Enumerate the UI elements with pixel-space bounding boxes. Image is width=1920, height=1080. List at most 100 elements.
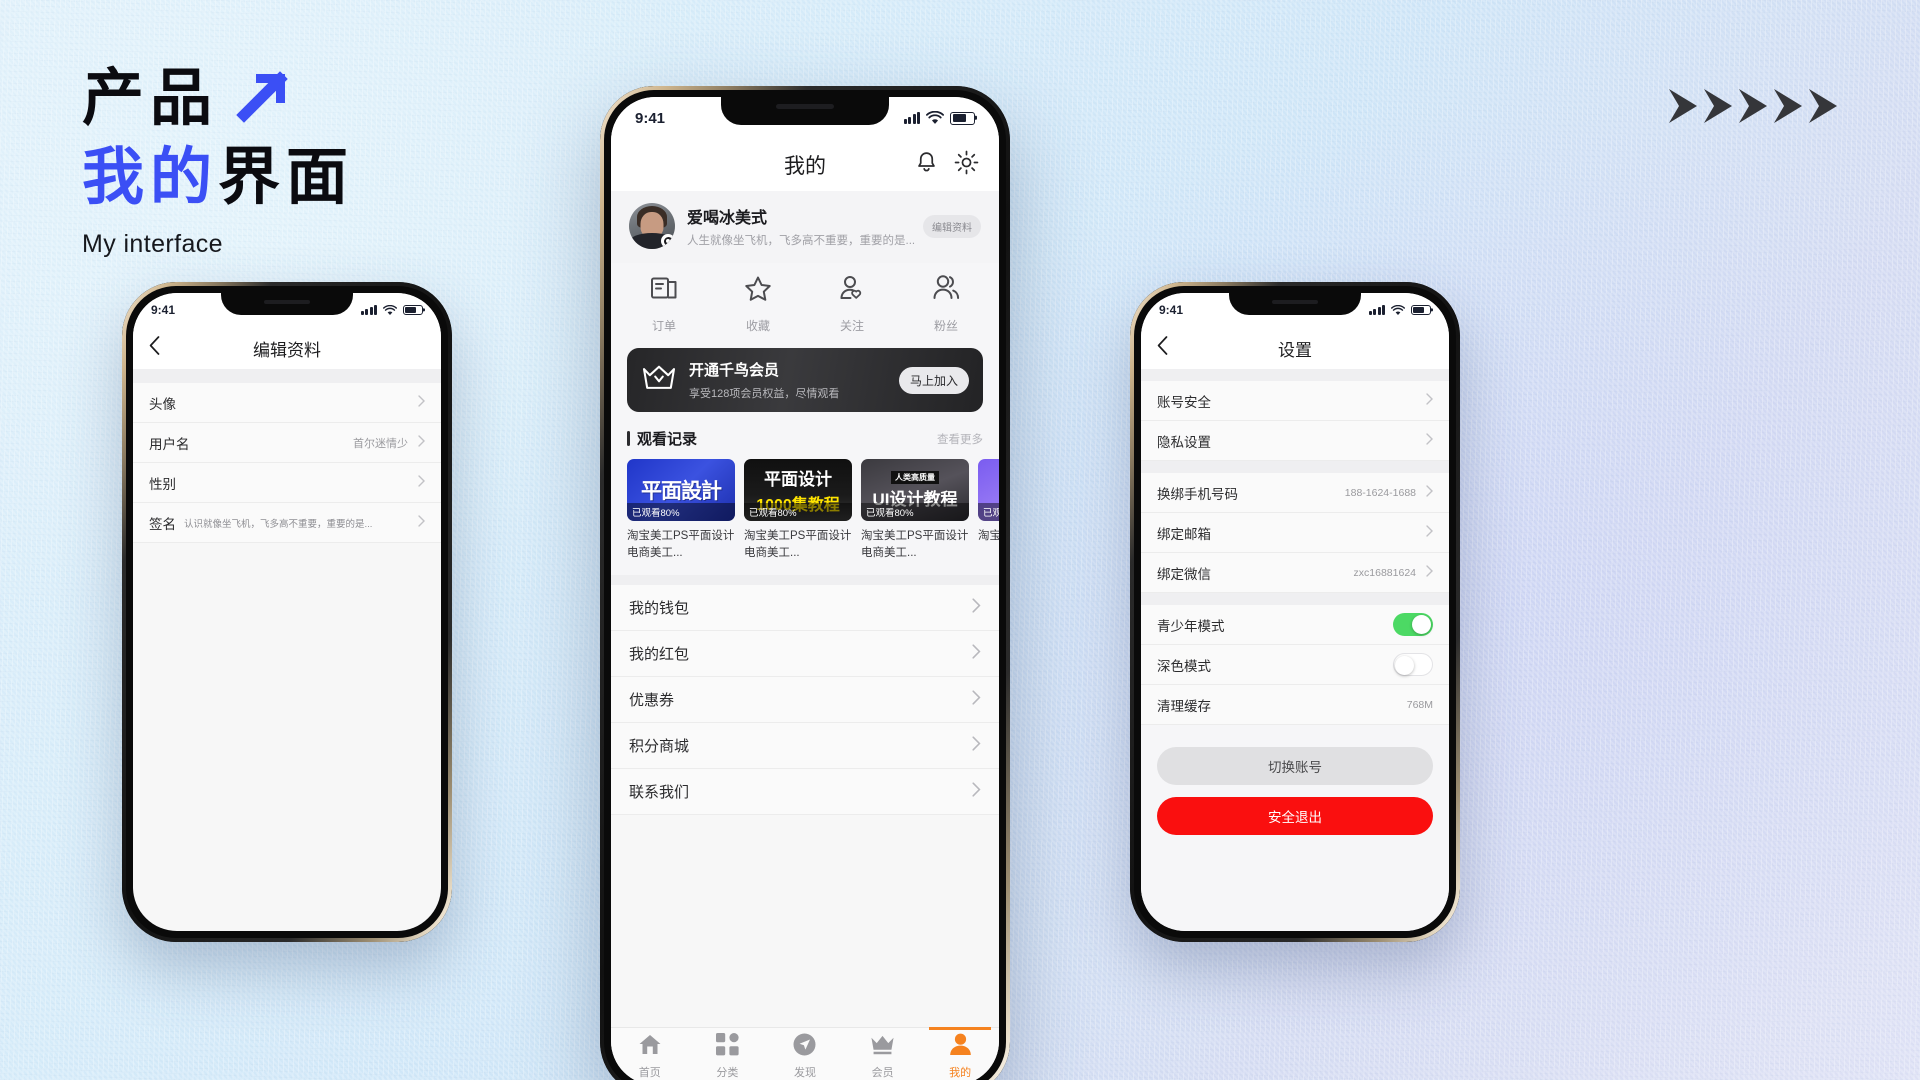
tab-discover[interactable]: 发现	[766, 1028, 844, 1080]
history-header: 观看记录 查看更多	[611, 426, 999, 459]
stat-label: 收藏	[745, 319, 770, 333]
section-gap	[611, 575, 999, 586]
chevron-right-icon	[418, 434, 425, 452]
tab-mine[interactable]: 我的	[921, 1027, 999, 1080]
notch	[721, 97, 889, 125]
list-item-label: 青少年模式	[1157, 618, 1225, 634]
list-item[interactable]: 绑定邮箱	[1141, 513, 1449, 553]
list-item[interactable]: 积分商城	[611, 723, 999, 770]
avatar[interactable]	[629, 203, 675, 249]
stat-favorites[interactable]: 收藏	[711, 273, 805, 334]
cellular-signal-icon	[903, 111, 920, 125]
thumb-subtext: 人类高质量	[891, 470, 939, 484]
person-heart-icon	[836, 273, 868, 310]
list-item[interactable]: 我的钱包	[611, 585, 999, 632]
list-item-dark-mode[interactable]: 深色模式	[1141, 645, 1449, 685]
chevron-right-icon	[1809, 89, 1837, 123]
cellular-signal-icon	[1368, 305, 1385, 315]
history-title: 淘宝美工PS平面设计电商美工...	[744, 530, 852, 559]
list-item-label: 头像	[149, 396, 176, 412]
history-card[interactable]: 人类高质量 UI设计教程 已观看80% 淘宝美工PS平面设计电商美工...	[861, 459, 969, 561]
history-card[interactable]: 国外Lo 已观看 淘宝美工设计电...	[978, 459, 999, 561]
view-more-link[interactable]: 查看更多	[937, 431, 983, 447]
list-item[interactable]: 隐私设置	[1141, 421, 1449, 461]
notch	[221, 293, 353, 315]
list-item[interactable]: 我的红包	[611, 631, 999, 678]
list-item-teen-mode[interactable]: 青少年模式	[1141, 605, 1449, 645]
settings-group-account: 账号安全 隐私设置	[1141, 381, 1449, 461]
list-item-label: 绑定微信	[1157, 566, 1211, 582]
tab-home[interactable]: 首页	[611, 1028, 689, 1080]
list-item-label: 积分商城	[629, 738, 690, 756]
switch-account-button[interactable]: 切换账号	[1157, 747, 1433, 785]
list-item-label: 清理缓存	[1157, 698, 1211, 714]
list-item[interactable]: 优惠券	[611, 677, 999, 724]
nav-bar: 我的	[611, 139, 999, 191]
progress-badge: 已观看80%	[627, 503, 735, 521]
teen-mode-toggle[interactable]	[1393, 613, 1433, 636]
list-item-label: 深色模式	[1157, 658, 1211, 674]
list-item-clear-cache[interactable]: 清理缓存 768M	[1141, 685, 1449, 725]
section-gap	[1141, 593, 1449, 605]
list-item[interactable]: 用户名 首尔迷情少	[133, 423, 441, 463]
vip-join-button[interactable]: 马上加入	[898, 366, 969, 394]
person-icon	[949, 1033, 972, 1061]
tab-vip[interactable]: 会员	[844, 1028, 922, 1080]
camera-badge-icon	[661, 234, 675, 248]
list-item-label: 绑定邮箱	[1157, 526, 1211, 542]
bell-icon[interactable]	[915, 150, 938, 180]
vip-banner[interactable]: 开通千鸟会员 享受128项会员权益，尽情观看 马上加入	[627, 348, 983, 412]
tab-label: 首页	[638, 1067, 661, 1079]
chevron-right-icon	[418, 394, 425, 412]
chevron-right-icon	[972, 736, 981, 756]
chevron-right-icon	[1426, 484, 1433, 502]
bottom-tab-bar: 首页 分类 发现 会员 我的	[611, 1027, 999, 1080]
list-item[interactable]: 账号安全	[1141, 381, 1449, 421]
wifi-icon	[1391, 304, 1405, 315]
stat-orders[interactable]: 订单	[617, 273, 711, 334]
notch	[1229, 293, 1361, 315]
tab-category[interactable]: 分类	[689, 1028, 767, 1080]
cache-size-value: 768M	[1406, 698, 1433, 711]
stats-row: 订单 收藏 关注 粉丝	[611, 263, 999, 348]
list-item-label: 换绑手机号码	[1157, 486, 1238, 502]
back-button[interactable]	[149, 336, 160, 360]
chevron-right-icon	[1426, 432, 1433, 450]
settings-actions: 切换账号 安全退出	[1141, 725, 1449, 835]
list-item-label: 签名	[149, 516, 176, 532]
list-item-label: 隐私设置	[1157, 434, 1211, 450]
history-carousel[interactable]: 平面設計 已观看80% 淘宝美工PS平面设计电商美工... 平面设计 1000集…	[611, 459, 999, 576]
list-item[interactable]: 联系我们	[611, 769, 999, 816]
list-item-label: 我的红包	[629, 646, 690, 664]
headline-line-2-accent: 我的	[82, 142, 219, 212]
headline-subtitle: My interface	[82, 230, 223, 259]
chevron-right-icon	[1426, 392, 1433, 410]
gear-icon[interactable]	[954, 150, 979, 180]
list-item[interactable]: 头像	[133, 383, 441, 423]
history-card[interactable]: 平面设计 1000集教程 已观看80% 淘宝美工PS平面设计电商美工...	[744, 459, 852, 561]
list-item-value: zxc16881624	[1353, 566, 1416, 579]
list-item[interactable]: 换绑手机号码 188-1624-1688	[1141, 473, 1449, 513]
nav-bar: 编辑资料	[133, 327, 441, 369]
phone-edit-profile: 9:41 编辑资料 头像 用户名 首尔迷情少 性别 签名 认识就像坐飞机，飞多高…	[122, 282, 452, 942]
dark-mode-toggle[interactable]	[1393, 653, 1433, 676]
list-item-signature: 认识就像坐飞机，飞多高不重要，重要的是...	[184, 518, 373, 530]
history-card[interactable]: 平面設計 已观看80% 淘宝美工PS平面设计电商美工...	[627, 459, 735, 561]
stat-following[interactable]: 关注	[805, 273, 899, 334]
chevron-right-icon	[1669, 89, 1697, 123]
list-item[interactable]: 签名 认识就像坐飞机，飞多高不重要，重要的是...	[133, 503, 441, 543]
battery-icon	[950, 111, 975, 125]
settings-filler	[1141, 835, 1449, 931]
phone-my-profile: 9:41 我的 爱喝冰美式 人生就像坐飞机，飞多高不重要，重要的是... 编辑资…	[600, 86, 1010, 1080]
list-item[interactable]: 绑定微信 zxc16881624	[1141, 553, 1449, 593]
profile-header: 爱喝冰美式 人生就像坐飞机，飞多高不重要，重要的是... 编辑资料	[611, 191, 999, 263]
list-item[interactable]: 性别	[133, 463, 441, 503]
vip-title: 开通千鸟会员	[689, 362, 780, 379]
headline-block: 产品 我的界面 My interface	[82, 65, 354, 259]
back-button[interactable]	[1157, 336, 1168, 360]
edit-profile-button[interactable]: 编辑资料	[923, 214, 981, 238]
logout-button[interactable]: 安全退出	[1157, 797, 1433, 835]
wifi-icon	[926, 111, 944, 124]
progress-badge: 已观看80%	[861, 503, 969, 521]
stat-fans[interactable]: 粉丝	[899, 273, 993, 334]
